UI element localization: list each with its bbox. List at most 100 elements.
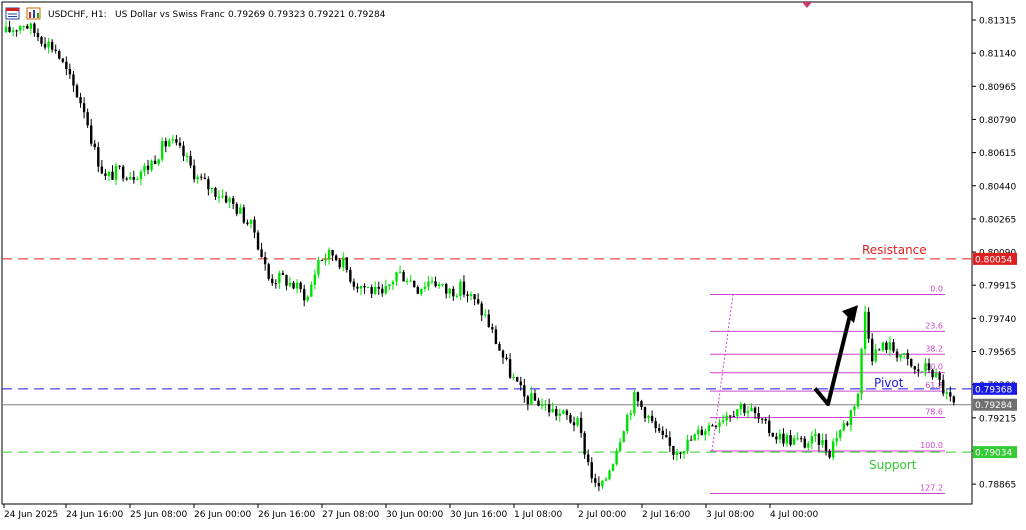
candle-body <box>476 299 480 304</box>
chart-window[interactable]: USDCHF, H1: US Dollar vs Swiss Franc 0.7… <box>0 0 1026 526</box>
y-tick-label: 0.80790 <box>979 116 1016 126</box>
symbol-label: USDCHF, H1: <box>48 10 107 20</box>
x-tick-label: 4 Jul 00:00 <box>770 510 819 520</box>
candle-body <box>785 435 789 444</box>
y-tick-label: 0.81315 <box>979 16 1016 26</box>
candle-body <box>807 443 810 448</box>
candle-body <box>196 176 199 180</box>
ohlc-readout: 0.79269 0.79323 0.79221 0.79284 <box>228 10 386 20</box>
candle-body <box>153 160 157 165</box>
candle-body <box>182 145 185 157</box>
candle-body <box>146 165 150 170</box>
candle-body <box>821 439 824 445</box>
candle-body <box>224 195 228 203</box>
candle-body <box>697 429 700 435</box>
fib-level-label: 0.0 <box>930 284 943 293</box>
candle-body <box>121 166 125 179</box>
y-tick-label: 0.79740 <box>979 315 1016 325</box>
candle-body <box>164 141 167 147</box>
candle-body <box>587 454 590 463</box>
candle-body <box>317 259 320 275</box>
candle-body <box>427 281 430 287</box>
candle-body <box>828 450 831 458</box>
candle-body <box>526 396 530 405</box>
candle-body <box>366 287 370 289</box>
candle-body <box>682 451 686 454</box>
candle-body <box>608 470 611 480</box>
candle-body <box>8 26 11 32</box>
chart-window-icon[interactable] <box>5 7 20 20</box>
candle-body <box>778 433 782 440</box>
candle-body <box>540 404 544 406</box>
current-price-tag-text: 0.79284 <box>975 401 1012 411</box>
candle-body <box>391 281 395 285</box>
candle-body <box>739 404 743 410</box>
x-tick-label: 2 Jul 16:00 <box>642 510 691 520</box>
candle-body <box>643 407 647 419</box>
candle-body <box>516 376 519 382</box>
candle-body <box>714 425 718 427</box>
candle-body <box>313 274 317 285</box>
candle-body <box>792 438 796 445</box>
candle-body <box>650 415 654 422</box>
candle-body <box>863 311 867 350</box>
candle-body <box>484 314 487 316</box>
candle-body <box>22 25 25 27</box>
candle-body <box>501 350 505 358</box>
candle-body <box>405 280 409 282</box>
candle-body <box>530 393 533 405</box>
candle-body <box>831 441 835 458</box>
candle-body <box>927 363 931 370</box>
candle-body <box>636 392 640 402</box>
candle-body <box>356 286 359 289</box>
candle-body <box>679 452 682 454</box>
candle-body <box>452 288 455 297</box>
candle-body <box>409 280 412 282</box>
x-tick-label: 25 Jun 08:00 <box>130 510 187 520</box>
candle-body <box>235 203 238 214</box>
candle-body <box>487 314 490 328</box>
candle-body <box>789 435 792 445</box>
candle-body <box>803 438 806 448</box>
candle-body <box>906 353 909 359</box>
trade-marker-icon <box>802 2 812 8</box>
candle-body <box>675 452 679 456</box>
candle-body <box>260 249 263 258</box>
candle-body <box>263 257 267 265</box>
x-tick-label: 1 Jul 08:00 <box>514 510 563 520</box>
candle-body <box>107 171 111 176</box>
candle-body <box>79 97 82 104</box>
candle-body <box>242 207 246 223</box>
candle-body <box>278 272 281 284</box>
fib-level-label: 78.6 <box>925 407 943 416</box>
candle-body <box>693 434 696 441</box>
candle-body <box>824 439 828 451</box>
candle-body <box>384 286 388 294</box>
candle-body <box>519 381 522 386</box>
price-tag-text: 0.79034 <box>975 449 1012 459</box>
candle-body <box>11 30 15 32</box>
y-tick-label: 0.80440 <box>979 182 1016 192</box>
chart-type-icon[interactable] <box>26 7 41 20</box>
candle-body <box>835 437 838 442</box>
y-tick-label: 0.81140 <box>979 50 1016 60</box>
candle-body <box>104 173 107 176</box>
candle-body <box>423 286 427 289</box>
candle-body <box>480 303 483 316</box>
x-tick-label: 26 Jun 00:00 <box>194 510 251 520</box>
candle-body <box>945 392 948 394</box>
candle-body <box>331 250 334 256</box>
candle-body <box>192 165 196 180</box>
candle-body <box>310 284 313 297</box>
price-chart[interactable]: USDCHF, H1: US Dollar vs Swiss Franc 0.7… <box>0 0 1026 526</box>
candle-body <box>86 112 89 126</box>
candle-body <box>558 413 561 416</box>
candle-body <box>15 30 18 32</box>
candle-body <box>626 415 629 432</box>
candle-body <box>760 418 764 420</box>
candle-body <box>895 351 899 358</box>
candle-body <box>498 343 501 351</box>
candle-body <box>633 392 636 414</box>
candle-body <box>200 176 203 178</box>
candle-body <box>565 410 569 416</box>
